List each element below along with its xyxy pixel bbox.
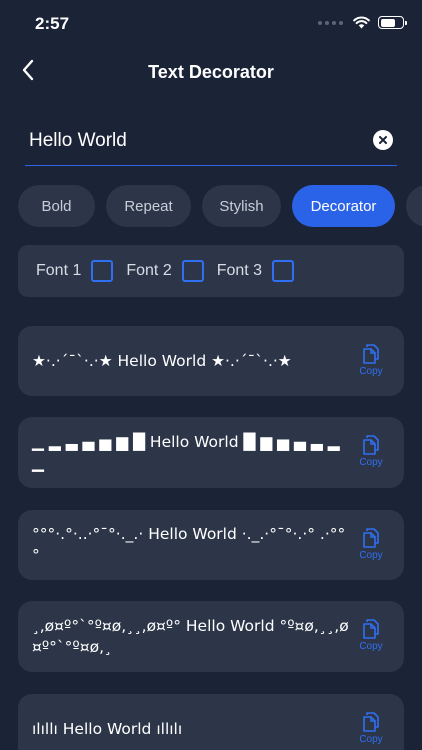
font-option-label: Font 1 — [36, 262, 82, 279]
signal-dots-icon — [318, 20, 343, 25]
copy-icon — [363, 435, 379, 455]
chip-repeat[interactable]: Repeat — [106, 185, 191, 227]
copy-label: Copy — [359, 641, 383, 652]
result-card: ılıllı Hello World ıllılı Copy — [18, 694, 404, 750]
chip-decorator[interactable]: Decorator — [292, 185, 395, 227]
app-screen: 2:57 Text Decorator Bold — [0, 0, 422, 750]
copy-label: Copy — [359, 457, 383, 468]
category-chips: Bold Repeat Stylish Decorator S — [18, 185, 422, 227]
result-card: ▁ ▂ ▃ ▄ ▅ ▆ █ Hello World █ ▆ ▅ ▄ ▃ ▂ ▁ … — [18, 417, 404, 488]
copy-label: Copy — [359, 366, 383, 377]
font-1-checkbox[interactable] — [91, 260, 114, 282]
status-bar: 2:57 — [0, 0, 422, 48]
copy-button[interactable]: Copy — [356, 711, 386, 745]
decorated-text: °°°·.°·..·°¯°·._.· Hello World ·._.·°¯°·… — [32, 525, 346, 564]
result-card: ★·.·´¯`·.·★ Hello World ★·.·´¯`·.·★ Copy — [18, 326, 404, 396]
copy-label: Copy — [359, 550, 383, 561]
font-3-checkbox[interactable] — [272, 260, 295, 282]
close-icon — [379, 136, 387, 144]
decorated-text: ▁ ▂ ▃ ▄ ▅ ▆ █ Hello World █ ▆ ▅ ▄ ▃ ▂ ▁ — [32, 432, 340, 472]
copy-button[interactable]: Copy — [356, 434, 386, 468]
result-card: ¸,ø¤º°`°º¤ø,¸¸,ø¤º° Hello World °º¤ø,¸¸,… — [18, 601, 404, 672]
copy-label: Copy — [359, 734, 383, 745]
status-icons — [318, 16, 407, 29]
page-title: Text Decorator — [148, 62, 274, 82]
font-option-1[interactable]: Font 1 — [36, 260, 114, 282]
decorated-text: ★·.·´¯`·.·★ Hello World ★·.·´¯`·.·★ — [32, 351, 292, 370]
copy-button[interactable]: Copy — [356, 527, 386, 561]
chip-stylish[interactable]: Stylish — [202, 185, 281, 227]
copy-button[interactable]: Copy — [356, 618, 386, 652]
text-input-field — [25, 118, 397, 166]
font-option-2[interactable]: Font 2 — [126, 260, 204, 282]
font-selector: Font 1 Font 2 Font 3 — [18, 245, 404, 297]
navigation-bar: Text Decorator — [0, 48, 422, 94]
font-option-3[interactable]: Font 3 — [216, 260, 295, 282]
copy-icon — [363, 344, 379, 364]
decorated-text: ılıllı Hello World ıllılı — [32, 719, 183, 738]
decorated-text: ¸,ø¤º°`°º¤ø,¸¸,ø¤º° Hello World °º¤ø,¸¸,… — [32, 616, 349, 656]
clear-button[interactable] — [373, 130, 393, 150]
copy-button[interactable]: Copy — [356, 343, 386, 377]
copy-icon — [363, 528, 379, 548]
font-2-checkbox[interactable] — [181, 260, 204, 282]
font-option-label: Font 3 — [216, 262, 263, 279]
copy-icon — [363, 619, 379, 639]
result-card: °°°·.°·..·°¯°·._.· Hello World ·._.·°¯°·… — [18, 510, 404, 580]
font-option-label: Font 2 — [126, 262, 172, 279]
copy-icon — [363, 712, 379, 732]
status-time: 2:57 — [35, 14, 70, 33]
text-input[interactable] — [29, 126, 349, 156]
battery-icon — [378, 16, 407, 29]
chip-bold[interactable]: Bold — [18, 185, 95, 227]
chip-more[interactable]: S — [406, 185, 422, 227]
wifi-icon — [353, 16, 370, 29]
